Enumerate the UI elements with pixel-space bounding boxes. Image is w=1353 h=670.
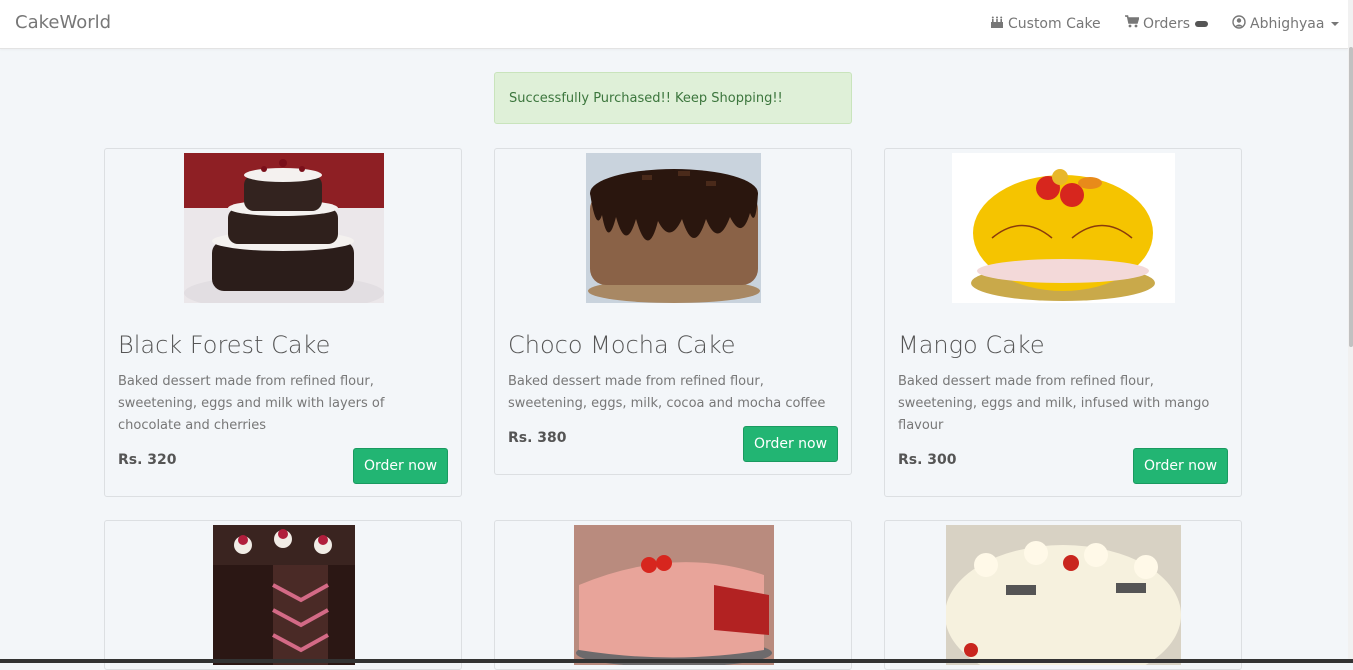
cake-title: Choco Mocha Cake xyxy=(508,331,736,359)
taskbar-edge xyxy=(0,659,1353,663)
orders-count-badge xyxy=(1195,20,1209,27)
user-circle-icon xyxy=(1232,15,1246,33)
brand-logo[interactable]: CakeWorld xyxy=(15,12,111,33)
red-velvet-cake-image xyxy=(574,525,774,665)
cake-card-choco-mocha: Choco Mocha Cake Baked dessert made from… xyxy=(494,148,852,475)
choco-mocha-cake-image xyxy=(586,153,761,303)
cake-card-row2-3 xyxy=(884,520,1242,670)
cake-card-black-forest: Black Forest Cake Baked dessert made fro… xyxy=(104,148,462,497)
success-alert: Successfully Purchased!! Keep Shopping!! xyxy=(494,72,852,124)
success-alert-text: Successfully Purchased!! Keep Shopping!! xyxy=(509,90,783,106)
scrollbar-thumb[interactable] xyxy=(1349,47,1353,347)
cake-card-row2-2 xyxy=(494,520,852,670)
nav-orders-label: Orders xyxy=(1143,15,1191,32)
cake-description: Baked dessert made from refined flour, s… xyxy=(118,374,385,433)
scrollbar[interactable] xyxy=(1348,0,1353,663)
birthday-cake-icon xyxy=(990,15,1004,33)
nav-orders[interactable]: Orders xyxy=(1125,15,1209,32)
cake-description: Baked dessert made from refined flour, s… xyxy=(898,374,1210,433)
white-forest-cake-image xyxy=(946,525,1181,665)
shopping-cart-icon xyxy=(1125,15,1140,32)
user-dropdown[interactable]: Abhighyaa xyxy=(1232,15,1340,33)
user-name: Abhighyaa xyxy=(1250,16,1325,32)
cake-price: Rs. 300 xyxy=(898,452,957,468)
cake-price: Rs. 380 xyxy=(508,430,567,446)
navbar: CakeWorld Custom Cake Orders Abhighyaa xyxy=(0,0,1348,49)
order-now-button[interactable]: Order now xyxy=(1133,448,1228,484)
chocolate-layer-cake-image xyxy=(213,525,355,665)
black-forest-cake-image xyxy=(184,153,384,303)
cake-price: Rs. 320 xyxy=(118,452,177,468)
nav-custom-cake-label: Custom Cake xyxy=(1008,16,1101,32)
cake-title: Mango Cake xyxy=(898,331,1045,359)
chevron-down-icon xyxy=(1331,22,1340,26)
nav-custom-cake[interactable]: Custom Cake xyxy=(990,15,1101,33)
cake-description: Baked dessert made from refined flour, s… xyxy=(508,374,826,411)
mango-cake-image xyxy=(952,153,1175,303)
cake-title: Black Forest Cake xyxy=(118,331,331,359)
cake-card-mango: Mango Cake Baked dessert made from refin… xyxy=(884,148,1242,497)
order-now-button[interactable]: Order now xyxy=(353,448,448,484)
cake-card-row2-1 xyxy=(104,520,462,670)
order-now-button[interactable]: Order now xyxy=(743,426,838,462)
